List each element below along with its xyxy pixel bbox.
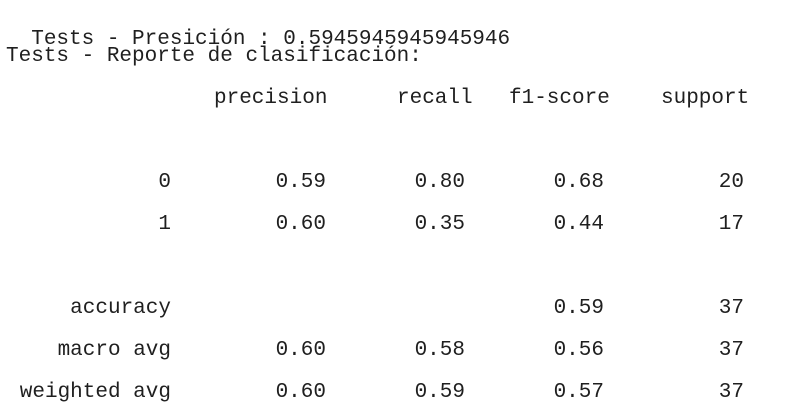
row-support: 17 xyxy=(718,213,744,236)
row-precision: 0.59 xyxy=(275,171,326,194)
header-support: support xyxy=(661,87,750,110)
summary-label: weighted avg xyxy=(19,381,171,404)
summary-support: 37 xyxy=(718,297,744,320)
report-title: Tests - Reporte de clasificación: xyxy=(6,45,422,68)
header-recall: recall xyxy=(397,87,473,110)
row-f1-score: 0.44 xyxy=(553,213,604,236)
summary-precision: 0.60 xyxy=(275,339,326,362)
summary-f1-score: 0.59 xyxy=(553,297,604,320)
summary-support: 37 xyxy=(718,381,744,404)
row-label: 0 xyxy=(158,171,171,194)
summary-f1-score: 0.56 xyxy=(553,339,604,362)
summary-recall: 0.58 xyxy=(414,339,465,362)
header-precision: precision xyxy=(214,87,328,110)
row-precision: 0.60 xyxy=(275,213,326,236)
row-recall: 0.35 xyxy=(414,213,465,236)
summary-f1-score: 0.57 xyxy=(553,381,604,404)
header-f1-score: f1-score xyxy=(509,87,610,110)
summary-recall: 0.59 xyxy=(414,381,465,404)
row-support: 20 xyxy=(718,171,744,194)
summary-label: accuracy xyxy=(70,297,171,320)
row-f1-score: 0.68 xyxy=(553,171,604,194)
row-recall: 0.80 xyxy=(414,171,465,194)
summary-precision: 0.60 xyxy=(275,381,326,404)
row-label: 1 xyxy=(158,213,171,236)
summary-label: macro avg xyxy=(57,339,171,362)
summary-support: 37 xyxy=(718,339,744,362)
